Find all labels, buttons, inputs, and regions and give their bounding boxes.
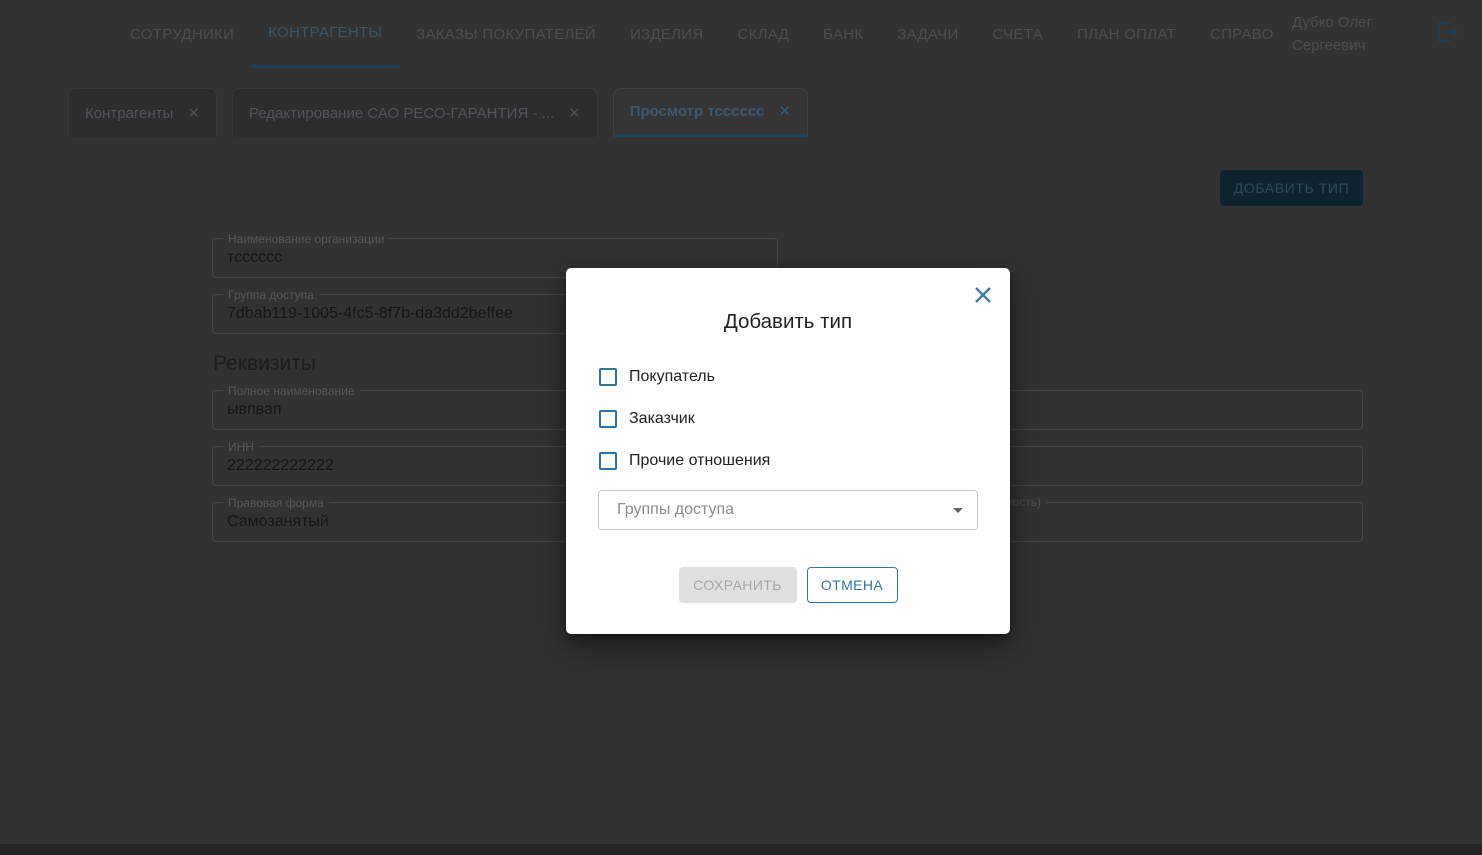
tab-counterparties[interactable]: Контрагенты ✕ — [68, 88, 217, 137]
tab-edit-reso-garantiya[interactable]: Редактирование САО РЕСО-ГАРАНТИЯ - ... ✕ — [231, 88, 598, 137]
checkbox-icon[interactable] — [599, 368, 617, 386]
nav-item-bank[interactable]: БАНК — [806, 0, 880, 68]
checkbox-label: Заказчик — [629, 410, 695, 427]
dialog-title: Добавить тип — [723, 310, 853, 333]
logout-icon — [1432, 18, 1460, 51]
nav-item-warehouse[interactable]: СКЛАД — [721, 0, 807, 68]
type-checkbox-group: Покупатель Заказчик Прочие отношения — [599, 368, 770, 494]
nav-item-products[interactable]: ИЗДЕЛИЯ — [613, 0, 721, 68]
legal-form-value: Самозанятый — [227, 513, 329, 530]
org-name-label: Наименование организации — [223, 232, 390, 246]
access-group-label: Группа доступа — [223, 288, 319, 302]
full-name-label: Полное наименование — [223, 384, 360, 398]
bottom-bar — [0, 844, 1482, 855]
close-icon[interactable]: ✕ — [779, 104, 792, 119]
access-groups-select[interactable]: Группы доступа — [598, 490, 978, 530]
nav-item-customer-orders[interactable]: ЗАКАЗЫ ПОКУПАТЕЛЕЙ — [399, 0, 613, 68]
nav-item-payment-plan[interactable]: ПЛАН ОПЛАТ — [1060, 0, 1193, 68]
requisites-section-title: Реквизиты — [213, 352, 316, 375]
checkbox-icon[interactable] — [599, 452, 617, 470]
nav-item-tasks[interactable]: ЗАДАЧИ — [880, 0, 975, 68]
nav-item-invoices[interactable]: СЧЕТА — [976, 0, 1061, 68]
user-name-line1: Дубко Олег — [1291, 13, 1372, 31]
cancel-button[interactable]: ОТМЕНА — [806, 567, 898, 603]
inn-label: ИНН — [223, 440, 259, 454]
tab-bar: Контрагенты ✕ Редактирование САО РЕСО-ГА… — [68, 88, 809, 137]
checkbox-label: Покупатель — [629, 368, 715, 385]
close-icon[interactable]: ✕ — [568, 106, 581, 121]
checkbox-customer[interactable]: Заказчик — [599, 410, 770, 428]
select-placeholder: Группы доступа — [617, 501, 735, 518]
nav-item-employees[interactable]: СОТРУДНИКИ — [113, 0, 251, 68]
current-user-name: Дубко Олег Сергеевич — [1292, 0, 1372, 68]
tab-label: Просмотр тсссссс — [629, 103, 765, 120]
nav-item-counterparties[interactable]: КОНТРАГЕНТЫ — [251, 0, 400, 68]
logout-button[interactable] — [1432, 0, 1460, 68]
inn-value: 222222222222 — [227, 457, 334, 474]
right-field-label-fragment: ность) — [1006, 495, 1047, 509]
save-button[interactable]: СОХРАНИТЬ — [678, 567, 797, 603]
access-group-value: 7dbab119-1005-4fc5-8f7b-da3dd2beffee — [227, 305, 513, 322]
dialog-actions: СОХРАНИТЬ ОТМЕНА — [566, 567, 1010, 603]
add-type-dialog: Добавить тип Покупатель Заказчик Прочие … — [566, 268, 1010, 634]
legal-form-label: Правовая форма — [223, 496, 329, 510]
user-name-line2: Сергеевич — [1291, 37, 1366, 54]
tab-label: Редактирование САО РЕСО-ГАРАНТИЯ - ... — [248, 104, 555, 122]
close-icon[interactable]: ✕ — [187, 106, 200, 121]
checkbox-buyer[interactable]: Покупатель — [599, 368, 770, 386]
tab-label: Контрагенты — [85, 104, 174, 122]
checkbox-icon[interactable] — [599, 410, 617, 428]
close-icon — [972, 287, 994, 309]
checkbox-label: Прочие отношения — [629, 452, 771, 469]
top-nav: СОТРУДНИКИ КОНТРАГЕНТЫ ЗАКАЗЫ ПОКУПАТЕЛЕ… — [0, 0, 1482, 68]
checkbox-other-relations[interactable]: Прочие отношения — [599, 452, 770, 470]
nav-item-reference[interactable]: СПРАВО — [1193, 0, 1291, 68]
org-name-value: тсссссс — [227, 249, 283, 266]
tab-view-tssssss[interactable]: Просмотр тсссссс ✕ — [612, 88, 809, 137]
add-type-button[interactable]: ДОБАВИТЬ ТИП — [1220, 170, 1363, 206]
chevron-down-icon — [953, 507, 963, 513]
full-name-value: ывпвап — [227, 401, 282, 418]
dialog-close-button[interactable] — [972, 284, 994, 306]
